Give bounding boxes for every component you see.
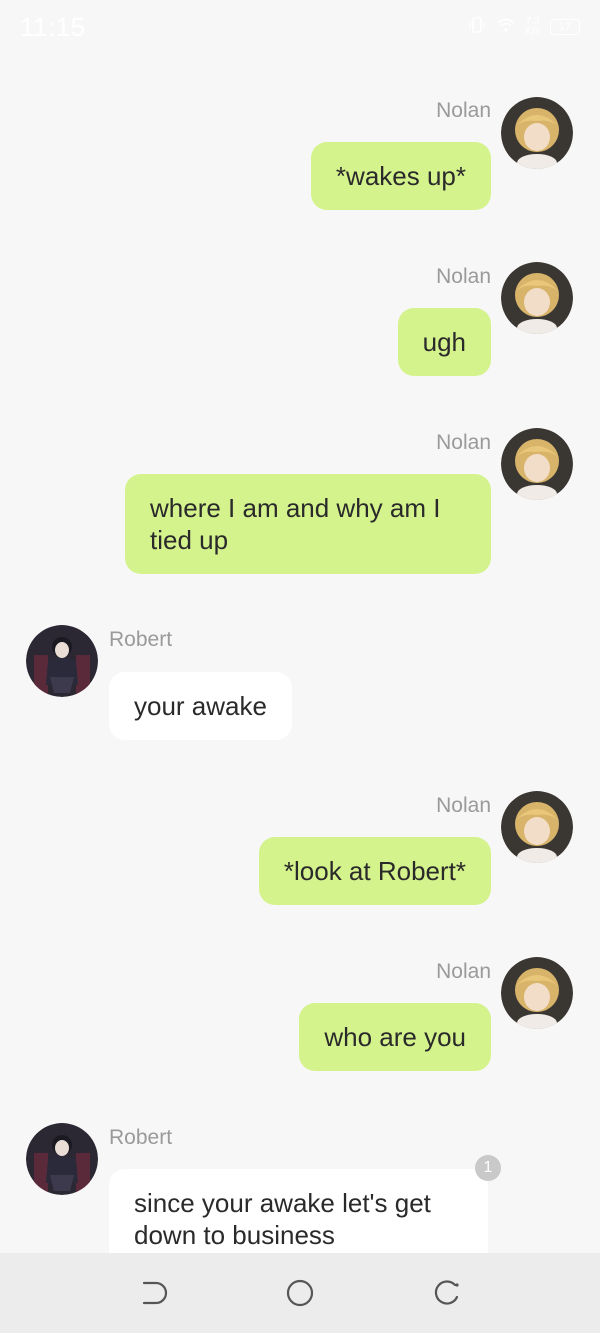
home-icon[interactable] xyxy=(282,1275,318,1311)
avatar-robert[interactable] xyxy=(26,1123,98,1195)
avatar-nolan[interactable] xyxy=(501,97,573,169)
message-bubble[interactable]: ugh xyxy=(397,308,491,376)
sender-name: Nolan xyxy=(436,960,491,983)
unread-count-badge: 1 xyxy=(475,1155,501,1181)
message-bubble[interactable]: who are you xyxy=(299,1003,491,1071)
sender-name: Nolan xyxy=(436,431,491,454)
message-bubble[interactable]: *look at Robert* xyxy=(258,837,491,905)
avatar-nolan[interactable] xyxy=(501,428,573,500)
sender-name: Nolan xyxy=(436,265,491,288)
avatar-nolan[interactable] xyxy=(501,957,573,1029)
sender-name: Nolan xyxy=(436,99,491,122)
sender-name: Robert xyxy=(109,1126,173,1149)
chat-thread[interactable]: Nolan *wakes up* Nolan ugh Nolan where I… xyxy=(0,0,600,1253)
back-icon[interactable] xyxy=(134,1275,170,1311)
recents-icon[interactable] xyxy=(429,1275,465,1311)
message-bubble[interactable]: *wakes up* xyxy=(310,142,491,210)
sender-name: Robert xyxy=(109,628,173,651)
avatar-robert[interactable] xyxy=(26,625,98,697)
message-bubble[interactable]: where I am and why am I tied up xyxy=(125,474,491,574)
system-nav-bar xyxy=(0,1253,600,1333)
avatar-nolan[interactable] xyxy=(501,791,573,863)
message-bubble[interactable]: since your awake let's get down to busin… xyxy=(109,1169,488,1253)
message-bubble[interactable]: your awake xyxy=(109,672,292,740)
avatar-nolan[interactable] xyxy=(501,262,573,334)
sender-name: Nolan xyxy=(436,794,491,817)
